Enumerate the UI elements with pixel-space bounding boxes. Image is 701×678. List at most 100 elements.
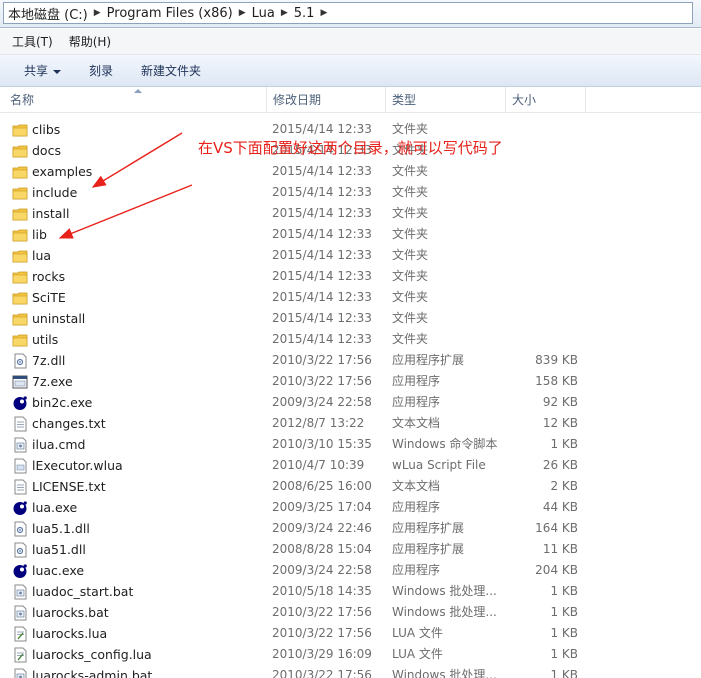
file-name: lib xyxy=(32,227,47,242)
file-row[interactable]: changes.txt 2012/8/7 13:22 文本文档 12 KB xyxy=(0,413,701,434)
breadcrumb-item[interactable]: Program Files (x86) xyxy=(103,6,237,21)
chevron-right-icon[interactable]: ▶ xyxy=(279,8,290,18)
column-header-type[interactable]: 类型 xyxy=(386,87,506,113)
breadcrumb-item[interactable]: 本地磁盘 (C:) xyxy=(4,4,92,23)
address-bar: 本地磁盘 (C:) ▶ Program Files (x86) ▶ Lua ▶ 5.1 ▶ xyxy=(0,0,701,28)
file-row[interactable]: luac.exe 2009/3/24 22:58 应用程序 204 KB xyxy=(0,560,701,581)
file-date: 2008/8/28 15:04 xyxy=(272,542,372,556)
column-header-date[interactable]: 修改日期 xyxy=(267,87,386,113)
file-name: clibs xyxy=(32,122,61,137)
file-date: 2010/3/10 15:35 xyxy=(272,437,372,451)
file-date: 2015/4/14 12:33 xyxy=(272,311,372,325)
file-date: 2009/3/24 22:58 xyxy=(272,395,372,409)
file-type: 文件夹 xyxy=(392,206,429,220)
file-name: luarocks.lua xyxy=(32,626,108,641)
file-row[interactable]: 7z.exe 2010/3/22 17:56 应用程序 158 KB xyxy=(0,371,701,392)
file-size: 164 KB xyxy=(535,521,578,535)
file-type: Windows 批处理... xyxy=(392,668,497,678)
annotation-text: 在VS下面配置好这两个目录，就可以写代码了 xyxy=(198,139,503,157)
column-header-name-label: 名称 xyxy=(10,93,35,107)
file-size: 1 KB xyxy=(550,626,578,640)
file-row[interactable]: luarocks_config.lua 2010/3/29 16:09 LUA 文件… xyxy=(0,644,701,665)
file-row[interactable]: lua51.dll 2008/8/28 15:04 应用程序扩展 11 KB xyxy=(0,539,701,560)
file-row[interactable]: LICENSE.txt 2008/6/25 16:00 文本文档 2 KB xyxy=(0,476,701,497)
file-row[interactable]: luarocks-admin.bat 2010/3/22 17:56 Windows… xyxy=(0,665,701,678)
breadcrumb-item[interactable]: 5.1 xyxy=(290,6,319,21)
file-row[interactable]: 7z.dll 2010/3/22 17:56 应用程序扩展 839 KB xyxy=(0,350,701,371)
script-file-icon xyxy=(12,458,28,474)
lua-globe-icon xyxy=(12,500,28,516)
menu-help[interactable]: 帮助(H) xyxy=(63,31,117,52)
file-name: install xyxy=(32,206,70,221)
file-row[interactable]: lua.exe 2009/3/25 17:04 应用程序 44 KB xyxy=(0,497,701,518)
file-row[interactable]: utils 2015/4/14 12:33 文件夹 xyxy=(0,329,701,350)
breadcrumb-item[interactable]: Lua xyxy=(248,6,279,21)
file-row[interactable]: ilua.cmd 2010/3/10 15:35 Windows 命令脚本 1 KB xyxy=(0,434,701,455)
chevron-right-icon[interactable]: ▶ xyxy=(318,8,329,18)
file-type: LUA 文件 xyxy=(392,626,443,640)
file-type: LUA 文件 xyxy=(392,647,443,661)
file-row[interactable]: lua 2015/4/14 12:33 文件夹 xyxy=(0,245,701,266)
file-name: lExecutor.wlua xyxy=(32,458,123,473)
file-row[interactable]: lua5.1.dll 2009/3/24 22:46 应用程序扩展 164 KB xyxy=(0,518,701,539)
file-name: 7z.exe xyxy=(32,374,73,389)
file-name: include xyxy=(32,185,78,200)
menu-tools[interactable]: 工具(T) xyxy=(6,31,59,52)
command-toolbar: 共享 刻录 新建文件夹 xyxy=(0,55,701,87)
file-type: 文件夹 xyxy=(392,164,429,178)
file-date: 2010/3/22 17:56 xyxy=(272,353,372,367)
lua-globe-icon xyxy=(12,563,28,579)
file-date: 2015/4/14 12:33 xyxy=(272,164,372,178)
lua-file-icon xyxy=(12,647,28,663)
file-name: luarocks-admin.bat xyxy=(32,668,153,678)
file-size: 839 KB xyxy=(535,353,578,367)
file-type: 文件夹 xyxy=(392,311,429,325)
file-row[interactable]: luarocks.bat 2010/3/22 17:56 Windows 批处理..… xyxy=(0,602,701,623)
burn-button[interactable]: 刻录 xyxy=(79,59,123,82)
file-type: wLua Script File xyxy=(392,458,486,472)
file-name: lua xyxy=(32,248,52,263)
file-type: 应用程序 xyxy=(392,374,441,388)
file-date: 2015/4/14 12:33 xyxy=(272,269,372,283)
file-type: 应用程序扩展 xyxy=(392,353,465,367)
file-row[interactable]: lExecutor.wlua 2010/4/7 10:39 wLua Script … xyxy=(0,455,701,476)
file-name: SciTE xyxy=(32,290,66,305)
share-button[interactable]: 共享 xyxy=(14,59,71,82)
bat-file-icon xyxy=(12,605,28,621)
file-row[interactable]: rocks 2015/4/14 12:33 文件夹 xyxy=(0,266,701,287)
folder-icon xyxy=(12,206,28,222)
file-type: 应用程序 xyxy=(392,563,441,577)
file-type: Windows 批处理... xyxy=(392,605,497,619)
file-name: changes.txt xyxy=(32,416,106,431)
chevron-right-icon[interactable]: ▶ xyxy=(92,8,103,18)
file-size: 1 KB xyxy=(550,437,578,451)
file-row[interactable]: SciTE 2015/4/14 12:33 文件夹 xyxy=(0,287,701,308)
file-name: examples xyxy=(32,164,93,179)
file-row[interactable]: lib 2015/4/14 12:33 文件夹 xyxy=(0,224,701,245)
file-name: uninstall xyxy=(32,311,86,326)
file-name: bin2c.exe xyxy=(32,395,93,410)
dll-icon xyxy=(12,542,28,558)
file-row[interactable]: install 2015/4/14 12:33 文件夹 xyxy=(0,203,701,224)
file-type: 应用程序扩展 xyxy=(392,521,465,535)
column-header-size[interactable]: 大小 xyxy=(506,87,586,113)
file-row[interactable]: luadoc_start.bat 2010/5/18 14:35 Windows 批… xyxy=(0,581,701,602)
file-row[interactable]: bin2c.exe 2009/3/24 22:58 应用程序 92 KB xyxy=(0,392,701,413)
address-breadcrumb[interactable]: 本地磁盘 (C:) ▶ Program Files (x86) ▶ Lua ▶ 5.1 ▶ xyxy=(3,2,693,24)
column-header-name[interactable]: 名称 xyxy=(4,87,267,113)
file-row[interactable]: examples 2015/4/14 12:33 文件夹 xyxy=(0,161,701,182)
file-size: 92 KB xyxy=(542,395,578,409)
file-row[interactable]: include 2015/4/14 12:33 文件夹 xyxy=(0,182,701,203)
file-row[interactable]: uninstall 2015/4/14 12:33 文件夹 xyxy=(0,308,701,329)
folder-icon xyxy=(12,164,28,180)
file-name: lua.exe xyxy=(32,500,78,515)
chevron-right-icon[interactable]: ▶ xyxy=(237,8,248,18)
file-type: 文件夹 xyxy=(392,248,429,262)
file-date: 2015/4/14 12:33 xyxy=(272,185,372,199)
file-date: 2010/3/22 17:56 xyxy=(272,668,372,678)
text-file-icon xyxy=(12,416,28,432)
new-folder-button[interactable]: 新建文件夹 xyxy=(131,59,211,82)
file-row[interactable]: luarocks.lua 2010/3/22 17:56 LUA 文件 1 KB xyxy=(0,623,701,644)
file-name: luac.exe xyxy=(32,563,85,578)
folder-icon xyxy=(12,332,28,348)
